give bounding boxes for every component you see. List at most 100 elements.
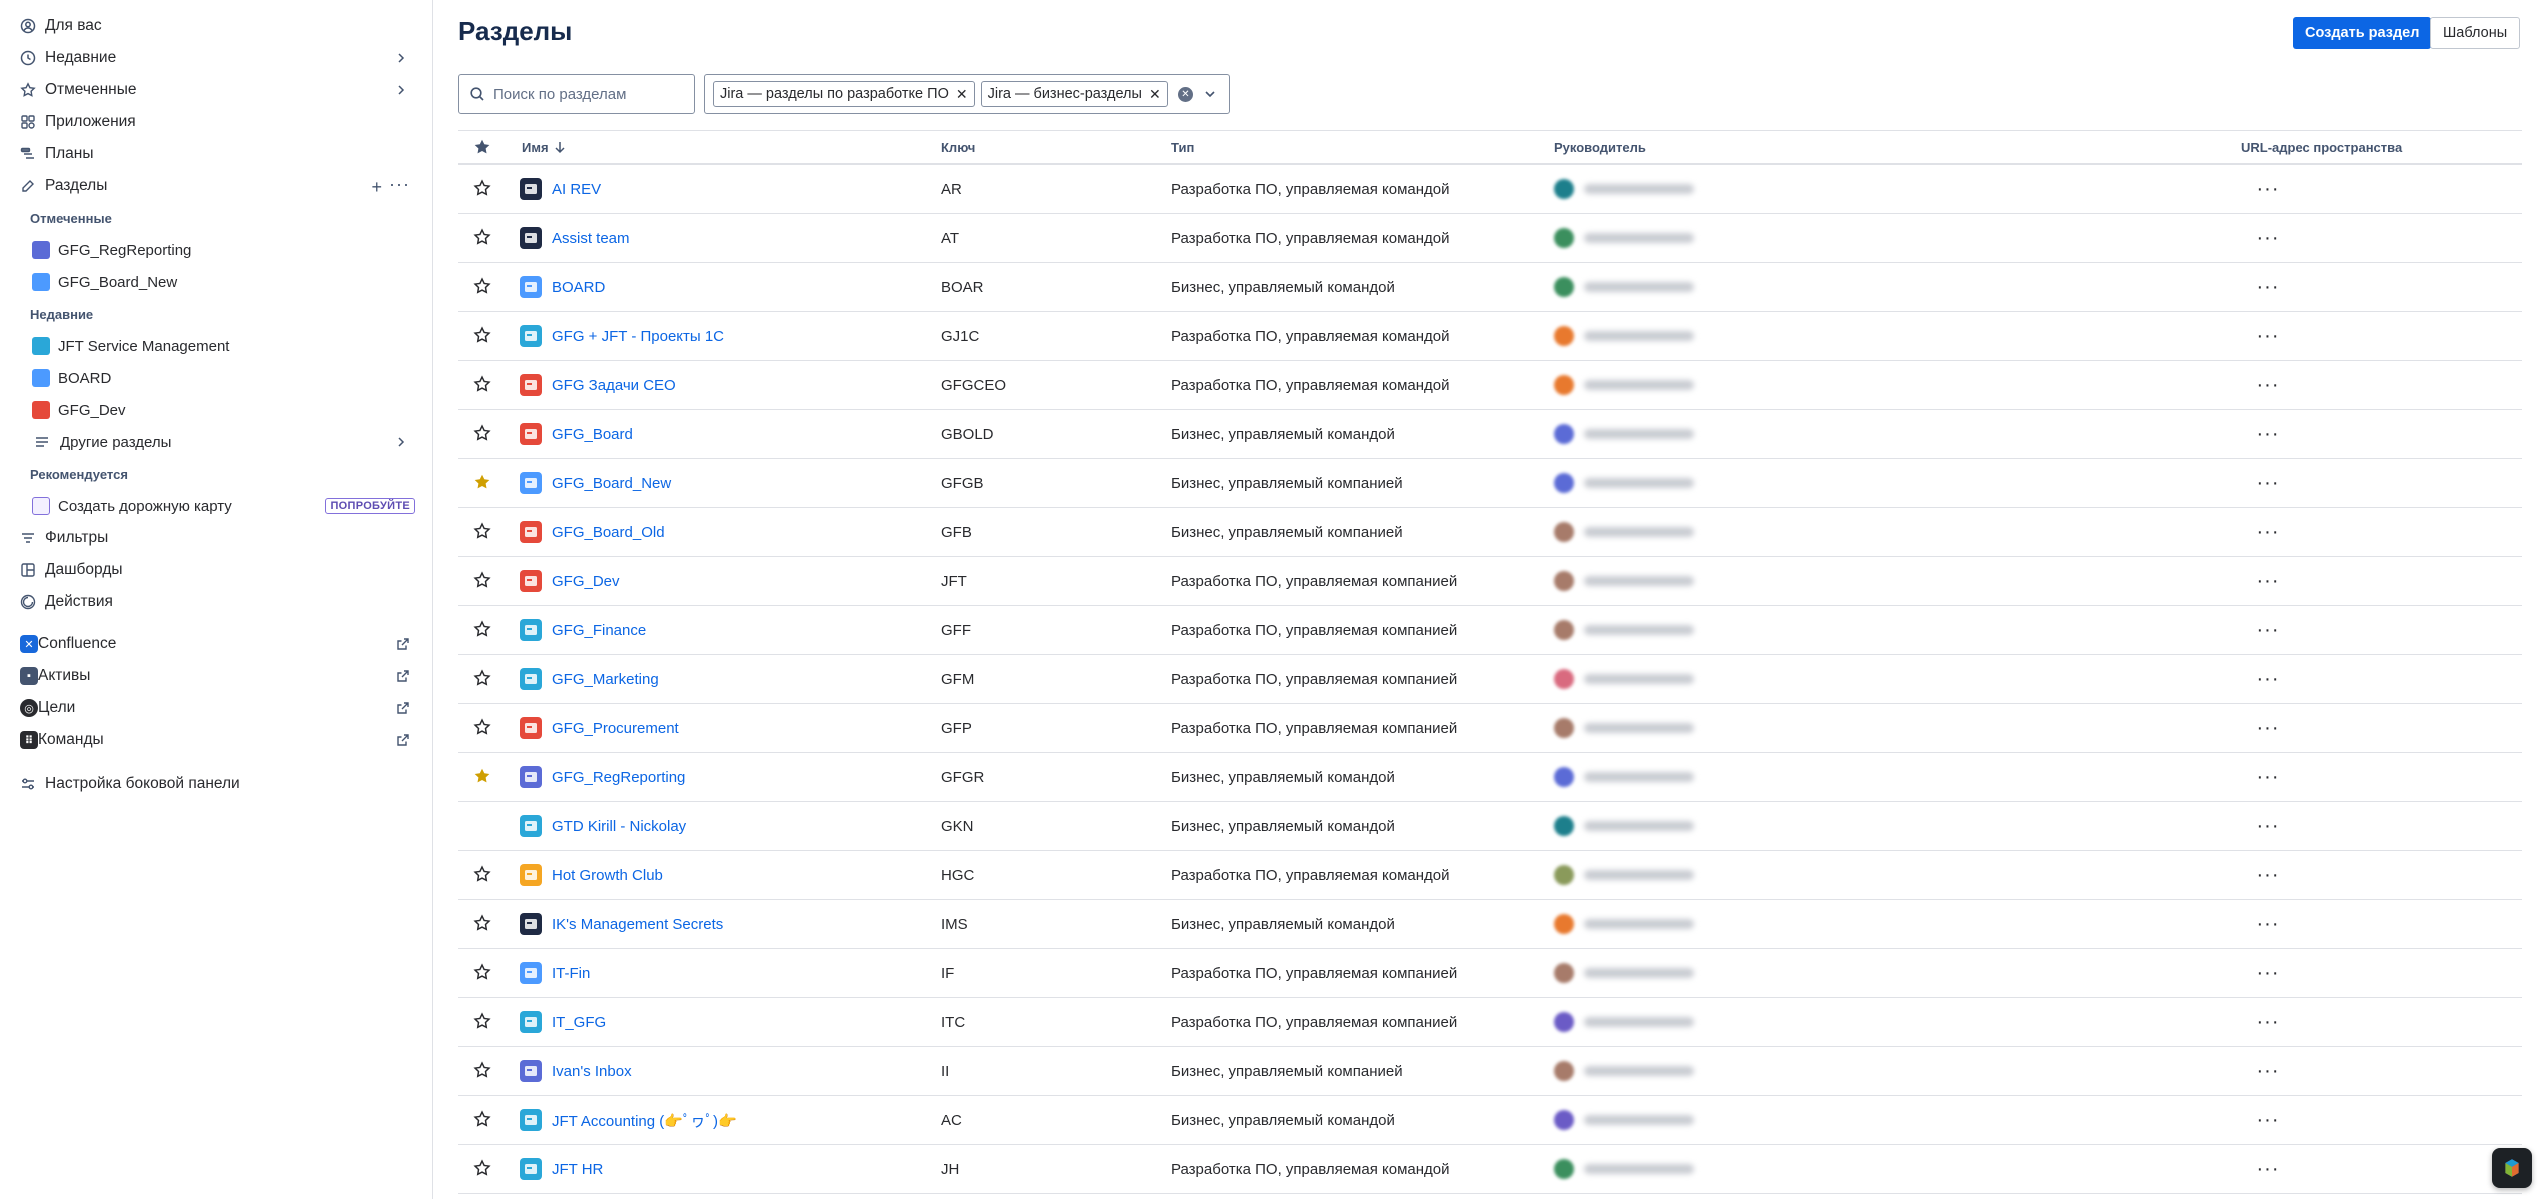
nav-goals[interactable]: ◎ Цели: [0, 692, 432, 724]
nav-plans[interactable]: Планы: [0, 138, 432, 170]
sidebar-item-board[interactable]: BOARD: [0, 362, 432, 394]
space-name-link[interactable]: GTD Kirill - Nickolay: [520, 815, 686, 837]
templates-button[interactable]: Шаблоны: [2430, 17, 2521, 49]
space-lead[interactable]: [1554, 563, 1754, 599]
space-name-link[interactable]: Ivan's Inbox: [520, 1060, 632, 1082]
chevron-right-icon[interactable]: [394, 51, 408, 65]
space-name-link[interactable]: GFG_RegReporting: [520, 766, 685, 788]
space-lead[interactable]: [1554, 1053, 1754, 1089]
more-actions-button[interactable]: ···: [2253, 1105, 2283, 1135]
space-lead[interactable]: [1554, 171, 1754, 207]
star-icon[interactable]: [473, 620, 493, 640]
more-actions-button[interactable]: ···: [2253, 370, 2283, 400]
column-header-lead[interactable]: Руководитель: [1554, 140, 1646, 155]
space-lead[interactable]: [1554, 220, 1754, 256]
more-actions-button[interactable]: ···: [2253, 860, 2283, 890]
column-header-type[interactable]: Тип: [1171, 140, 1194, 155]
star-filled-icon[interactable]: [473, 767, 493, 787]
space-name-link[interactable]: GFG_Procurement: [520, 717, 679, 739]
sidebar-item-gfg-regreporting[interactable]: GFG_RegReporting: [0, 234, 432, 266]
more-actions-button[interactable]: ···: [2253, 664, 2283, 694]
create-space-button[interactable]: Создать раздел: [2293, 17, 2432, 49]
space-name-link[interactable]: IT_GFG: [520, 1011, 606, 1033]
add-icon[interactable]: +: [371, 177, 382, 198]
nav-apps[interactable]: Приложения: [0, 106, 432, 138]
sidebar-item-gfg-board-new[interactable]: GFG_Board_New: [0, 266, 432, 298]
more-icon[interactable]: ···: [389, 174, 410, 195]
remove-chip-icon[interactable]: ✕: [1149, 86, 1161, 103]
space-lead[interactable]: [1554, 318, 1754, 354]
space-name-link[interactable]: GFG_Dev: [520, 570, 620, 592]
star-icon[interactable]: [473, 963, 493, 983]
space-name-link[interactable]: GFG_Finance: [520, 619, 646, 641]
star-icon[interactable]: [473, 326, 493, 346]
star-icon[interactable]: [473, 179, 493, 199]
more-actions-button[interactable]: ···: [2253, 223, 2283, 253]
space-name-link[interactable]: Assist team: [520, 227, 630, 249]
star-icon[interactable]: [473, 1061, 493, 1081]
space-lead[interactable]: [1554, 1004, 1754, 1040]
more-actions-button[interactable]: ···: [2253, 1007, 2283, 1037]
chevron-right-icon[interactable]: [394, 83, 408, 97]
external-link-icon[interactable]: [396, 669, 410, 683]
space-lead[interactable]: [1554, 612, 1754, 648]
sidebar-item-other-spaces[interactable]: Другие разделы: [0, 426, 432, 458]
more-actions-button[interactable]: ···: [2253, 713, 2283, 743]
more-actions-button[interactable]: ···: [2253, 174, 2283, 204]
star-icon[interactable]: [473, 1012, 493, 1032]
assistant-button[interactable]: [2492, 1148, 2532, 1188]
nav-customize-sidebar[interactable]: Настройка боковой панели: [0, 768, 432, 800]
nav-assets[interactable]: ▪ Активы: [0, 660, 432, 692]
sidebar-item-jft-service-management[interactable]: JFT Service Management: [0, 330, 432, 362]
more-actions-button[interactable]: ···: [2253, 517, 2283, 547]
more-actions-button[interactable]: ···: [2253, 762, 2283, 792]
space-name-link[interactable]: JFT Accounting (👉ﾟヮﾟ)👉: [520, 1109, 737, 1131]
space-name-link[interactable]: GFG_Board_Old: [520, 521, 665, 543]
nav-dashboards[interactable]: Дашборды: [0, 554, 432, 586]
star-icon[interactable]: [473, 424, 493, 444]
star-icon[interactable]: [473, 718, 493, 738]
remove-chip-icon[interactable]: ✕: [956, 86, 968, 103]
space-lead[interactable]: [1554, 661, 1754, 697]
space-name-link[interactable]: BOARD: [520, 276, 605, 298]
space-name-link[interactable]: GFG + JFT - Проекты 1С: [520, 325, 724, 347]
nav-spaces[interactable]: Разделы + ···: [0, 170, 432, 202]
more-actions-button[interactable]: ···: [2253, 272, 2283, 302]
space-lead[interactable]: [1554, 269, 1754, 305]
star-icon[interactable]: [473, 571, 493, 591]
space-name-link[interactable]: GFG_Marketing: [520, 668, 659, 690]
more-actions-button[interactable]: ···: [2253, 321, 2283, 351]
star-icon[interactable]: [473, 277, 493, 297]
external-link-icon[interactable]: [396, 637, 410, 651]
star-icon[interactable]: [473, 375, 493, 395]
space-name-link[interactable]: GFG_Board: [520, 423, 633, 445]
column-header-url[interactable]: URL-адрес пространства: [2241, 140, 2402, 155]
star-icon[interactable]: [473, 228, 493, 248]
clear-filter-icon[interactable]: ✕: [1178, 87, 1193, 102]
star-icon[interactable]: [473, 914, 493, 934]
more-actions-button[interactable]: ···: [2253, 811, 2283, 841]
more-actions-button[interactable]: ···: [2253, 419, 2283, 449]
more-actions-button[interactable]: ···: [2253, 615, 2283, 645]
space-name-link[interactable]: IT-Fin: [520, 962, 590, 984]
space-lead[interactable]: [1554, 857, 1754, 893]
space-name-link[interactable]: JFT HR: [520, 1158, 603, 1180]
external-link-icon[interactable]: [396, 733, 410, 747]
column-header-name[interactable]: Имя: [522, 140, 567, 155]
nav-recent[interactable]: Недавние: [0, 42, 432, 74]
nav-actions[interactable]: Действия: [0, 586, 432, 618]
space-name-link[interactable]: Hot Growth Club: [520, 864, 663, 886]
space-lead[interactable]: [1554, 906, 1754, 942]
more-actions-button[interactable]: ···: [2253, 958, 2283, 988]
space-lead[interactable]: [1554, 955, 1754, 991]
sidebar-item-gfg-dev[interactable]: GFG_Dev: [0, 394, 432, 426]
nav-for-you[interactable]: Для вас: [0, 10, 432, 42]
space-name-link[interactable]: IK's Management Secrets: [520, 913, 723, 935]
star-icon[interactable]: [473, 669, 493, 689]
more-actions-button[interactable]: ···: [2253, 1154, 2283, 1184]
space-lead[interactable]: [1554, 1151, 1754, 1187]
more-actions-button[interactable]: ···: [2253, 566, 2283, 596]
star-icon[interactable]: [473, 1159, 493, 1179]
nav-confluence[interactable]: ✕ Confluence: [0, 628, 432, 660]
space-type-filter[interactable]: Jira — разделы по разработке ПО ✕ Jira — …: [704, 74, 1230, 114]
